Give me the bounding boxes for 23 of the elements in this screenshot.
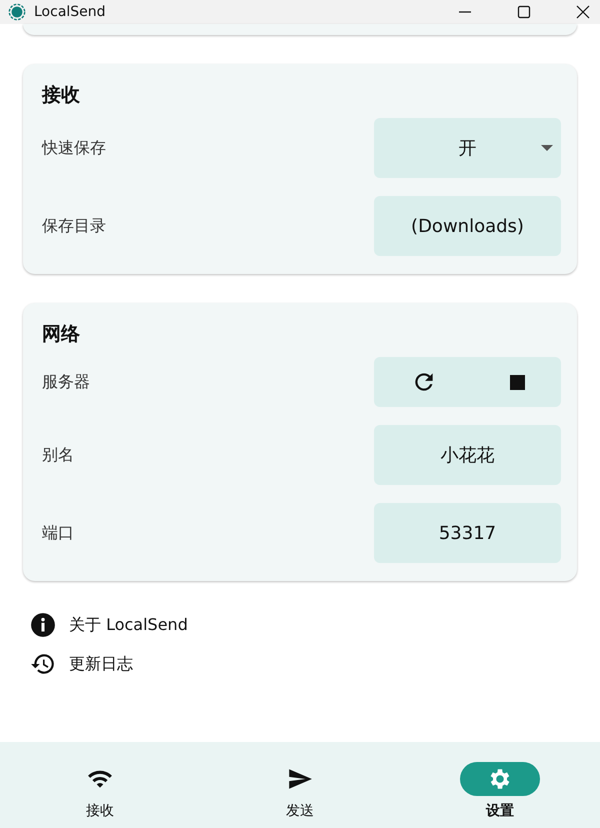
- maximize-icon[interactable]: [517, 5, 531, 19]
- value-button[interactable]: (Downloads): [374, 196, 561, 256]
- value-button[interactable]: 53317: [374, 503, 561, 563]
- info-icon: [30, 612, 56, 638]
- value-button[interactable]: 小花花: [374, 425, 561, 485]
- app-logo-icon: [8, 3, 26, 21]
- dropdown[interactable]: 开: [374, 118, 561, 178]
- caret-icon: [541, 145, 553, 151]
- close-icon[interactable]: [576, 5, 590, 19]
- nav-label: 发送: [286, 802, 314, 820]
- stop-icon[interactable]: [510, 374, 524, 390]
- section-title: 网络: [42, 322, 81, 347]
- window-title: LocalSend: [34, 4, 106, 20]
- link-text[interactable]: 关于 LocalSend: [69, 614, 188, 636]
- setting-label: 服务器: [42, 372, 90, 392]
- nav-label: 接收: [86, 802, 114, 820]
- setting-label: 端口: [42, 522, 74, 544]
- setting-label: 别名: [42, 444, 74, 466]
- setting-label: 保存目录: [42, 216, 106, 236]
- setting-label: 快速保存: [42, 138, 106, 158]
- link-text[interactable]: 更新日志: [69, 654, 133, 674]
- nav-label: 设置: [486, 802, 514, 820]
- section-title: 接收: [42, 83, 81, 108]
